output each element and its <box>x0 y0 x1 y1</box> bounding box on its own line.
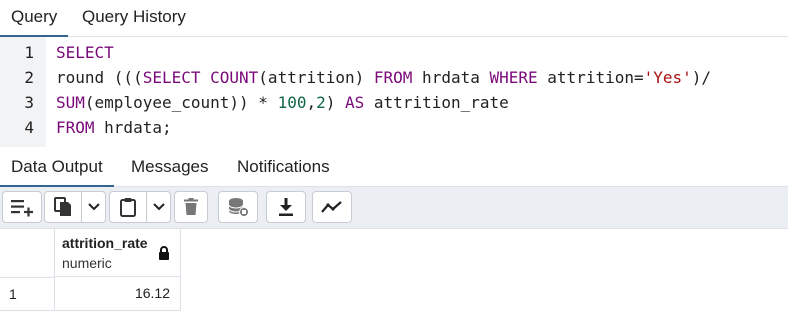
sql-token: round ((( <box>56 68 143 87</box>
sql-token: hrdata <box>412 68 490 87</box>
download-button[interactable] <box>266 191 306 223</box>
tab-query-history[interactable]: Query History <box>82 0 186 36</box>
code-text: round (((SELECT COUNT(attrition) FROM hr… <box>56 65 711 90</box>
delete-button[interactable] <box>174 191 208 223</box>
sql-token: (employee_count)) * <box>84 93 278 112</box>
paste-button[interactable] <box>109 191 147 223</box>
sql-number: 100 <box>277 93 307 112</box>
sql-token: ) <box>325 93 346 112</box>
tab-messages[interactable]: Messages <box>131 150 208 186</box>
code-line[interactable]: 1 SELECT <box>0 40 788 65</box>
tab-notifications[interactable]: Notifications <box>237 150 330 186</box>
code-line[interactable]: 2 round (((SELECT COUNT(attrition) FROM h… <box>0 65 788 90</box>
output-tabs: Data Output Messages Notifications <box>0 150 788 187</box>
cell-value: 16.12 <box>134 285 170 301</box>
query-tabs: Query Query History <box>0 0 788 37</box>
header-divider <box>0 277 54 278</box>
column-type: numeric <box>62 255 112 271</box>
save-data-icon <box>228 198 249 217</box>
sql-keyword: FROM <box>373 68 413 87</box>
result-grid: attrition_rate numeric 1 16.12 <box>0 229 788 316</box>
graph-visualiser-button[interactable] <box>312 191 352 223</box>
paste-icon <box>120 198 136 217</box>
graph-icon <box>321 201 342 213</box>
chevron-down-icon <box>87 203 100 211</box>
add-row-icon <box>11 200 33 217</box>
sql-keyword: SELECT <box>56 43 114 62</box>
code-text: SELECT <box>56 40 114 65</box>
paste-options-button[interactable] <box>147 191 171 223</box>
sql-token: attrition_rate <box>364 93 509 112</box>
delete-icon <box>184 198 198 215</box>
lock-icon <box>159 246 169 260</box>
tab-query[interactable]: Query <box>0 0 68 37</box>
row-divider <box>0 310 54 311</box>
sql-editor[interactable]: 1 SELECT 2 round (((SELECT COUNT(attrition)… <box>0 37 788 147</box>
sql-number: 2 <box>316 93 326 112</box>
column-name: attrition_rate <box>62 235 148 251</box>
line-number: 4 <box>24 118 34 137</box>
copy-options-button[interactable] <box>82 191 106 223</box>
sql-keyword: SUM <box>56 93 85 112</box>
copy-button[interactable] <box>44 191 82 223</box>
line-number: 3 <box>24 93 34 112</box>
line-number: 2 <box>24 68 34 87</box>
column-header[interactable]: attrition_rate numeric <box>54 229 181 277</box>
sql-keyword: WHERE <box>489 68 538 87</box>
sql-token: , <box>306 93 317 112</box>
table-cell[interactable]: 16.12 <box>54 277 181 311</box>
sql-keyword: SELECT COUNT <box>142 68 259 87</box>
code-text: SUM(employee_count)) * 100,2) AS attriti… <box>56 90 509 115</box>
sql-token: attrition= <box>537 68 644 87</box>
data-output-toolbar <box>0 187 788 229</box>
save-data-button[interactable] <box>218 191 258 223</box>
sql-keyword: FROM <box>56 118 95 137</box>
sql-token: )/ <box>691 68 712 87</box>
copy-icon <box>54 197 71 216</box>
download-icon <box>279 198 293 216</box>
add-row-button[interactable] <box>2 191 42 223</box>
sql-token: (attrition) <box>258 68 374 87</box>
chevron-down-icon <box>152 203 165 211</box>
code-text: FROM hrdata; <box>56 115 172 140</box>
sql-token: hrdata; <box>94 118 172 137</box>
code-line[interactable]: 4 FROM hrdata; <box>0 115 788 140</box>
sql-keyword: AS <box>345 93 365 112</box>
line-number: 1 <box>24 43 34 62</box>
row-number: 1 <box>9 286 17 302</box>
tab-data-output[interactable]: Data Output <box>0 150 114 187</box>
sql-string: 'Yes' <box>643 68 692 87</box>
code-line[interactable]: 3 SUM(employee_count)) * 100,2) AS attrit… <box>0 90 788 115</box>
